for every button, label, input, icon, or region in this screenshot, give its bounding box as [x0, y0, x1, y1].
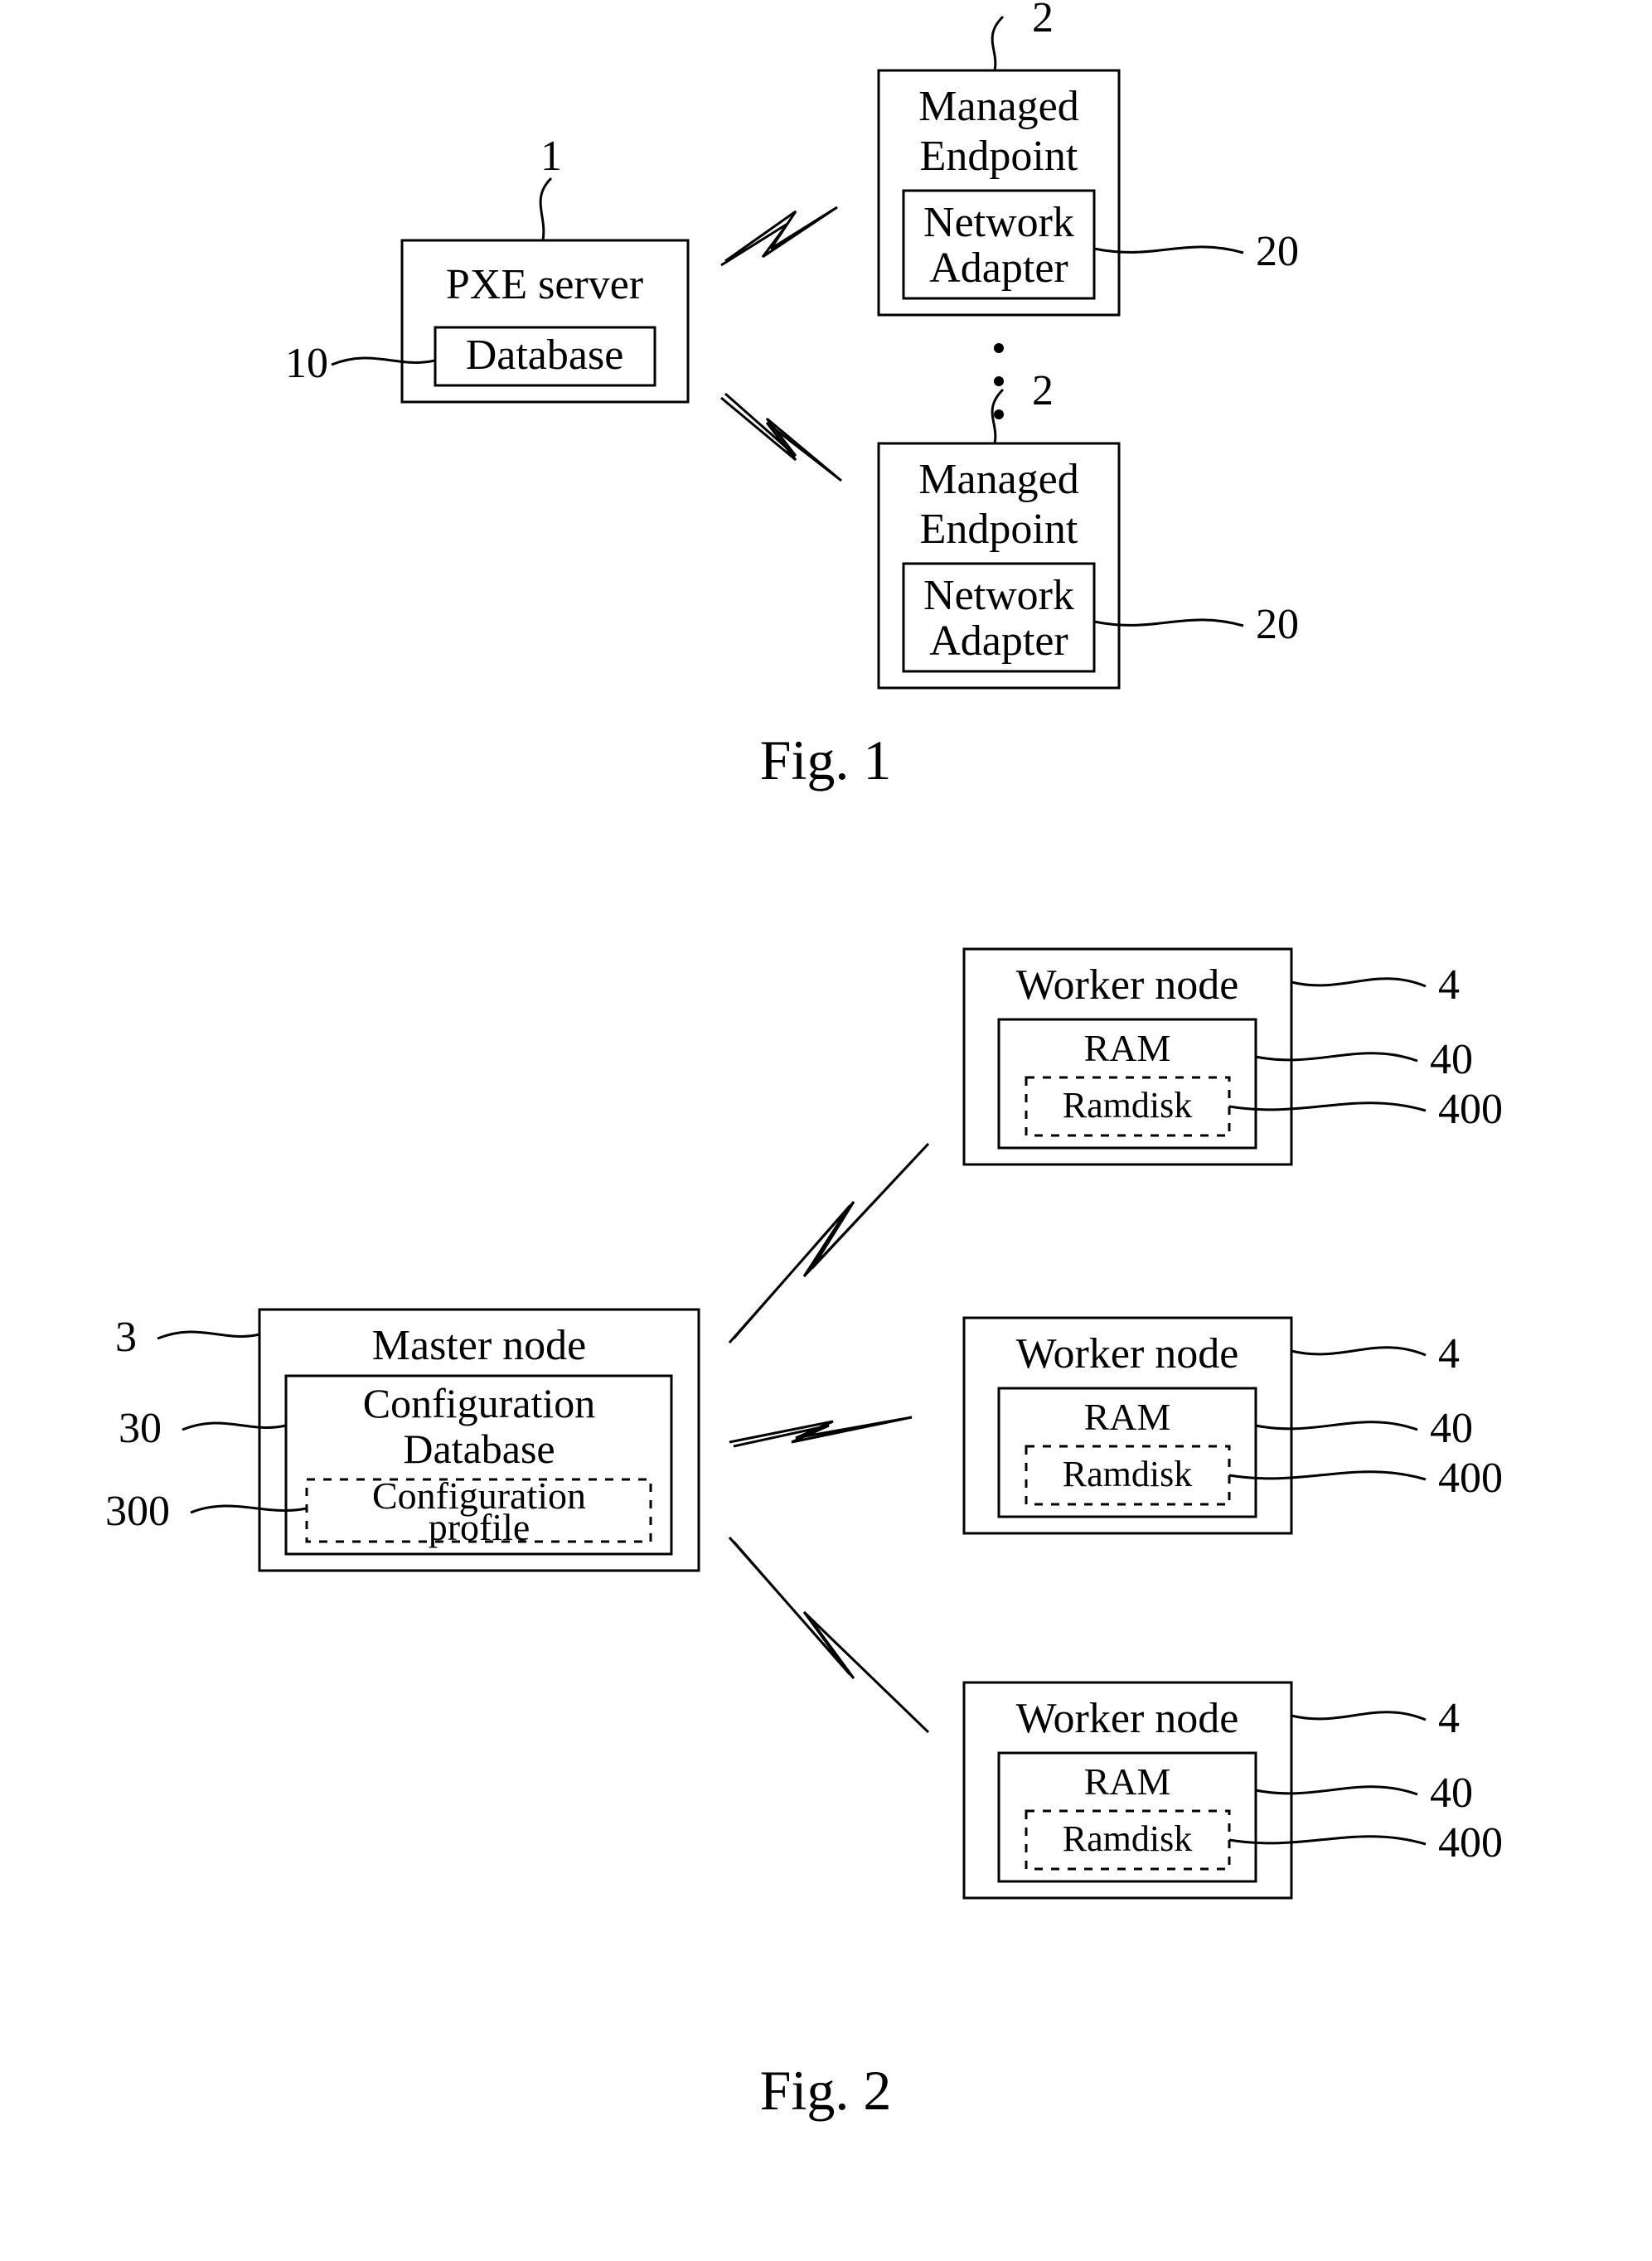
endpoint-bottom-adapter-ref-leader: 20 [1094, 601, 1299, 648]
endpoint-bottom-adapter2: Adapter [929, 617, 1068, 665]
worker-node-3: Worker node RAM Ramdisk [964, 1682, 1291, 1898]
worker3-ram: RAM [1084, 1760, 1171, 1803]
worker1-ram: RAM [1084, 1027, 1171, 1069]
worker1-ref-leaders: 4 40 400 [1229, 961, 1503, 1133]
pxe-server-box: PXE server Database [402, 240, 688, 402]
master-db2: Database [403, 1426, 555, 1472]
worker3-ref-leaders: 4 40 400 [1229, 1695, 1503, 1866]
endpoint-ellipsis-dots [994, 343, 1004, 419]
endpoint-bottom-adapter-ref: 20 [1256, 601, 1299, 648]
zigzag-icon [729, 1537, 928, 1732]
zigzag-icon [721, 207, 837, 265]
worker2-ramdisk: Ramdisk [1063, 1454, 1192, 1494]
endpoint-bottom-title2: Endpoint [920, 506, 1078, 553]
pxe-title: PXE server [446, 261, 643, 308]
worker3-title: Worker node [1016, 1695, 1239, 1742]
master-title: Master node [372, 1322, 586, 1369]
endpoint-top-title2: Endpoint [920, 133, 1078, 180]
master-db-ref-leader: 30 [119, 1405, 286, 1452]
pxe-db-ref-leader: 10 [285, 340, 435, 387]
worker1-ref: 4 [1438, 961, 1460, 1009]
endpoint-top-adapter1: Network [923, 199, 1074, 246]
worker1-title: Worker node [1016, 961, 1239, 1009]
worker2-ram-ref: 40 [1430, 1405, 1473, 1452]
zigzag-icon [721, 394, 841, 481]
master-db-ref: 30 [119, 1405, 162, 1452]
zigzag-icon [729, 1417, 912, 1446]
worker3-ref: 4 [1438, 1695, 1460, 1742]
master-profile2: profile [429, 1506, 530, 1548]
endpoint-bottom-ref: 2 [1032, 367, 1054, 414]
worker3-ram-ref: 40 [1430, 1770, 1473, 1817]
pxe-db-ref: 10 [285, 340, 328, 387]
worker-node-2: Worker node RAM Ramdisk [964, 1318, 1291, 1533]
master-ref-leader: 3 [115, 1314, 259, 1361]
pxe-db-label: Database [466, 332, 624, 379]
worker2-ref-leaders: 4 40 400 [1229, 1330, 1503, 1502]
figure-2: Master node Configuration Database Confi… [105, 949, 1503, 2122]
endpoint-bottom-title1: Managed [918, 456, 1078, 503]
worker-node-1: Worker node RAM Ramdisk [964, 949, 1291, 1164]
worker3-ramdisk: Ramdisk [1063, 1818, 1192, 1859]
figure-1-caption: Fig. 1 [760, 729, 892, 792]
worker2-ram: RAM [1084, 1396, 1171, 1438]
master-node-box: Master node Configuration Database Confi… [259, 1310, 699, 1571]
master-profile-ref-leader: 300 [105, 1488, 307, 1535]
worker1-ramdisk: Ramdisk [1063, 1085, 1192, 1126]
endpoint-top-adapter2: Adapter [929, 244, 1068, 292]
worker1-ramdisk-ref: 400 [1438, 1086, 1503, 1133]
pxe-ref-leader: 1 [540, 133, 562, 240]
pxe-ref: 1 [540, 133, 562, 180]
endpoint-top-adapter-ref: 20 [1256, 228, 1299, 275]
figure-1: PXE server Database 1 10 Managed Endpoin… [285, 0, 1299, 792]
master-ref: 3 [115, 1314, 137, 1361]
zigzag-icon [729, 1144, 928, 1343]
worker2-title: Worker node [1016, 1330, 1239, 1377]
worker2-ramdisk-ref: 400 [1438, 1455, 1503, 1502]
endpoint-top: Managed Endpoint Network Adapter [879, 70, 1119, 315]
figure-2-caption: Fig. 2 [760, 2059, 892, 2122]
endpoint-top-title1: Managed [918, 83, 1078, 130]
endpoint-top-ref: 2 [1032, 0, 1054, 41]
worker1-ram-ref: 40 [1430, 1036, 1473, 1083]
master-profile-ref: 300 [105, 1488, 170, 1535]
worker3-ramdisk-ref: 400 [1438, 1819, 1503, 1866]
endpoint-top-ref-leader: 2 [992, 0, 1054, 70]
worker2-ref: 4 [1438, 1330, 1460, 1377]
endpoint-bottom: Managed Endpoint Network Adapter [879, 443, 1119, 688]
master-db1: Configuration [363, 1380, 596, 1426]
endpoint-top-adapter-ref-leader: 20 [1094, 228, 1299, 275]
endpoint-bottom-adapter1: Network [923, 572, 1074, 619]
